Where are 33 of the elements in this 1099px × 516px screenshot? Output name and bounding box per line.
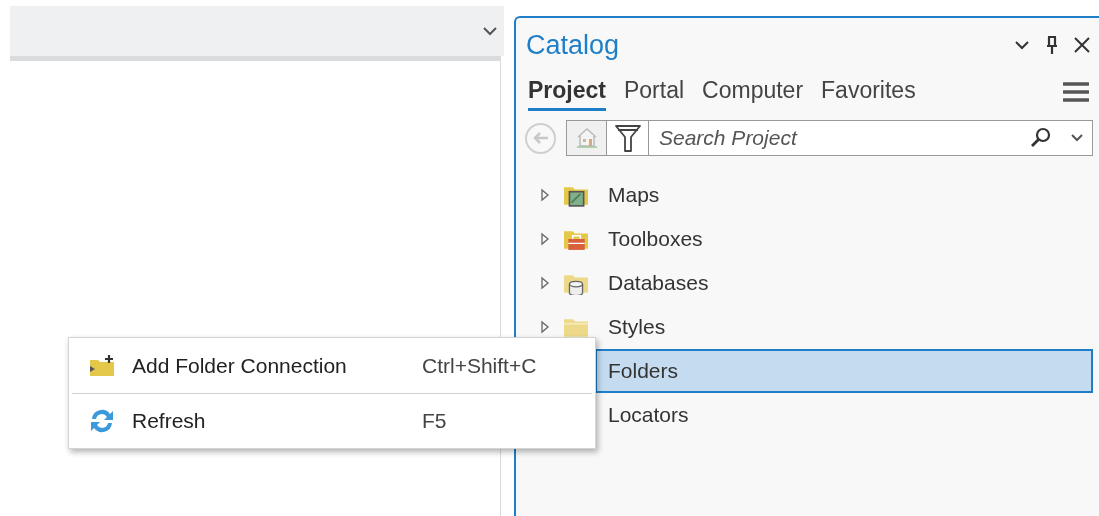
chevron-down-icon[interactable] xyxy=(482,26,498,36)
expand-triangle-icon[interactable] xyxy=(540,276,550,290)
tree-item[interactable]: Styles xyxy=(595,305,1093,349)
tab[interactable]: Favorites xyxy=(821,72,916,112)
expand-triangle-icon[interactable] xyxy=(540,232,550,246)
tree-item[interactable]: Folders xyxy=(595,349,1093,393)
menu-item[interactable]: Refresh F5 xyxy=(72,393,592,448)
tab[interactable]: Project xyxy=(528,72,606,112)
tab[interactable]: Computer xyxy=(702,72,804,112)
shortcut-text: Ctrl+Shift+C xyxy=(422,352,537,379)
search-input[interactable]: Search Project xyxy=(659,122,1030,154)
search-box[interactable]: Search Project xyxy=(649,120,1093,156)
pin-icon[interactable] xyxy=(1045,35,1059,55)
tree-item[interactable]: Maps xyxy=(595,173,1093,217)
chevron-down-icon[interactable] xyxy=(1070,133,1084,143)
tree-item[interactable]: Databases xyxy=(595,261,1093,305)
house-icon xyxy=(574,127,599,149)
expand-triangle-icon[interactable] xyxy=(540,320,550,334)
tree-item[interactable]: Toolboxes xyxy=(595,217,1093,261)
funnel-icon xyxy=(613,123,642,153)
search-icon[interactable] xyxy=(1030,127,1052,149)
chevron-down-icon[interactable] xyxy=(1013,39,1031,51)
menu-icon[interactable] xyxy=(1063,81,1089,103)
close-icon[interactable] xyxy=(1073,36,1091,54)
back-arrow-icon xyxy=(531,131,550,145)
shortcut-text: F5 xyxy=(422,408,447,435)
tab[interactable]: Portal xyxy=(624,72,685,112)
filter-button[interactable] xyxy=(607,120,649,156)
pane-title: Catalog xyxy=(526,28,621,62)
add-folder-icon xyxy=(88,353,116,378)
menu-item[interactable]: Add Folder Connection Ctrl+Shift+C xyxy=(72,338,592,393)
expand-triangle-icon[interactable] xyxy=(540,188,550,202)
tree-item[interactable]: Locators xyxy=(595,393,1093,437)
